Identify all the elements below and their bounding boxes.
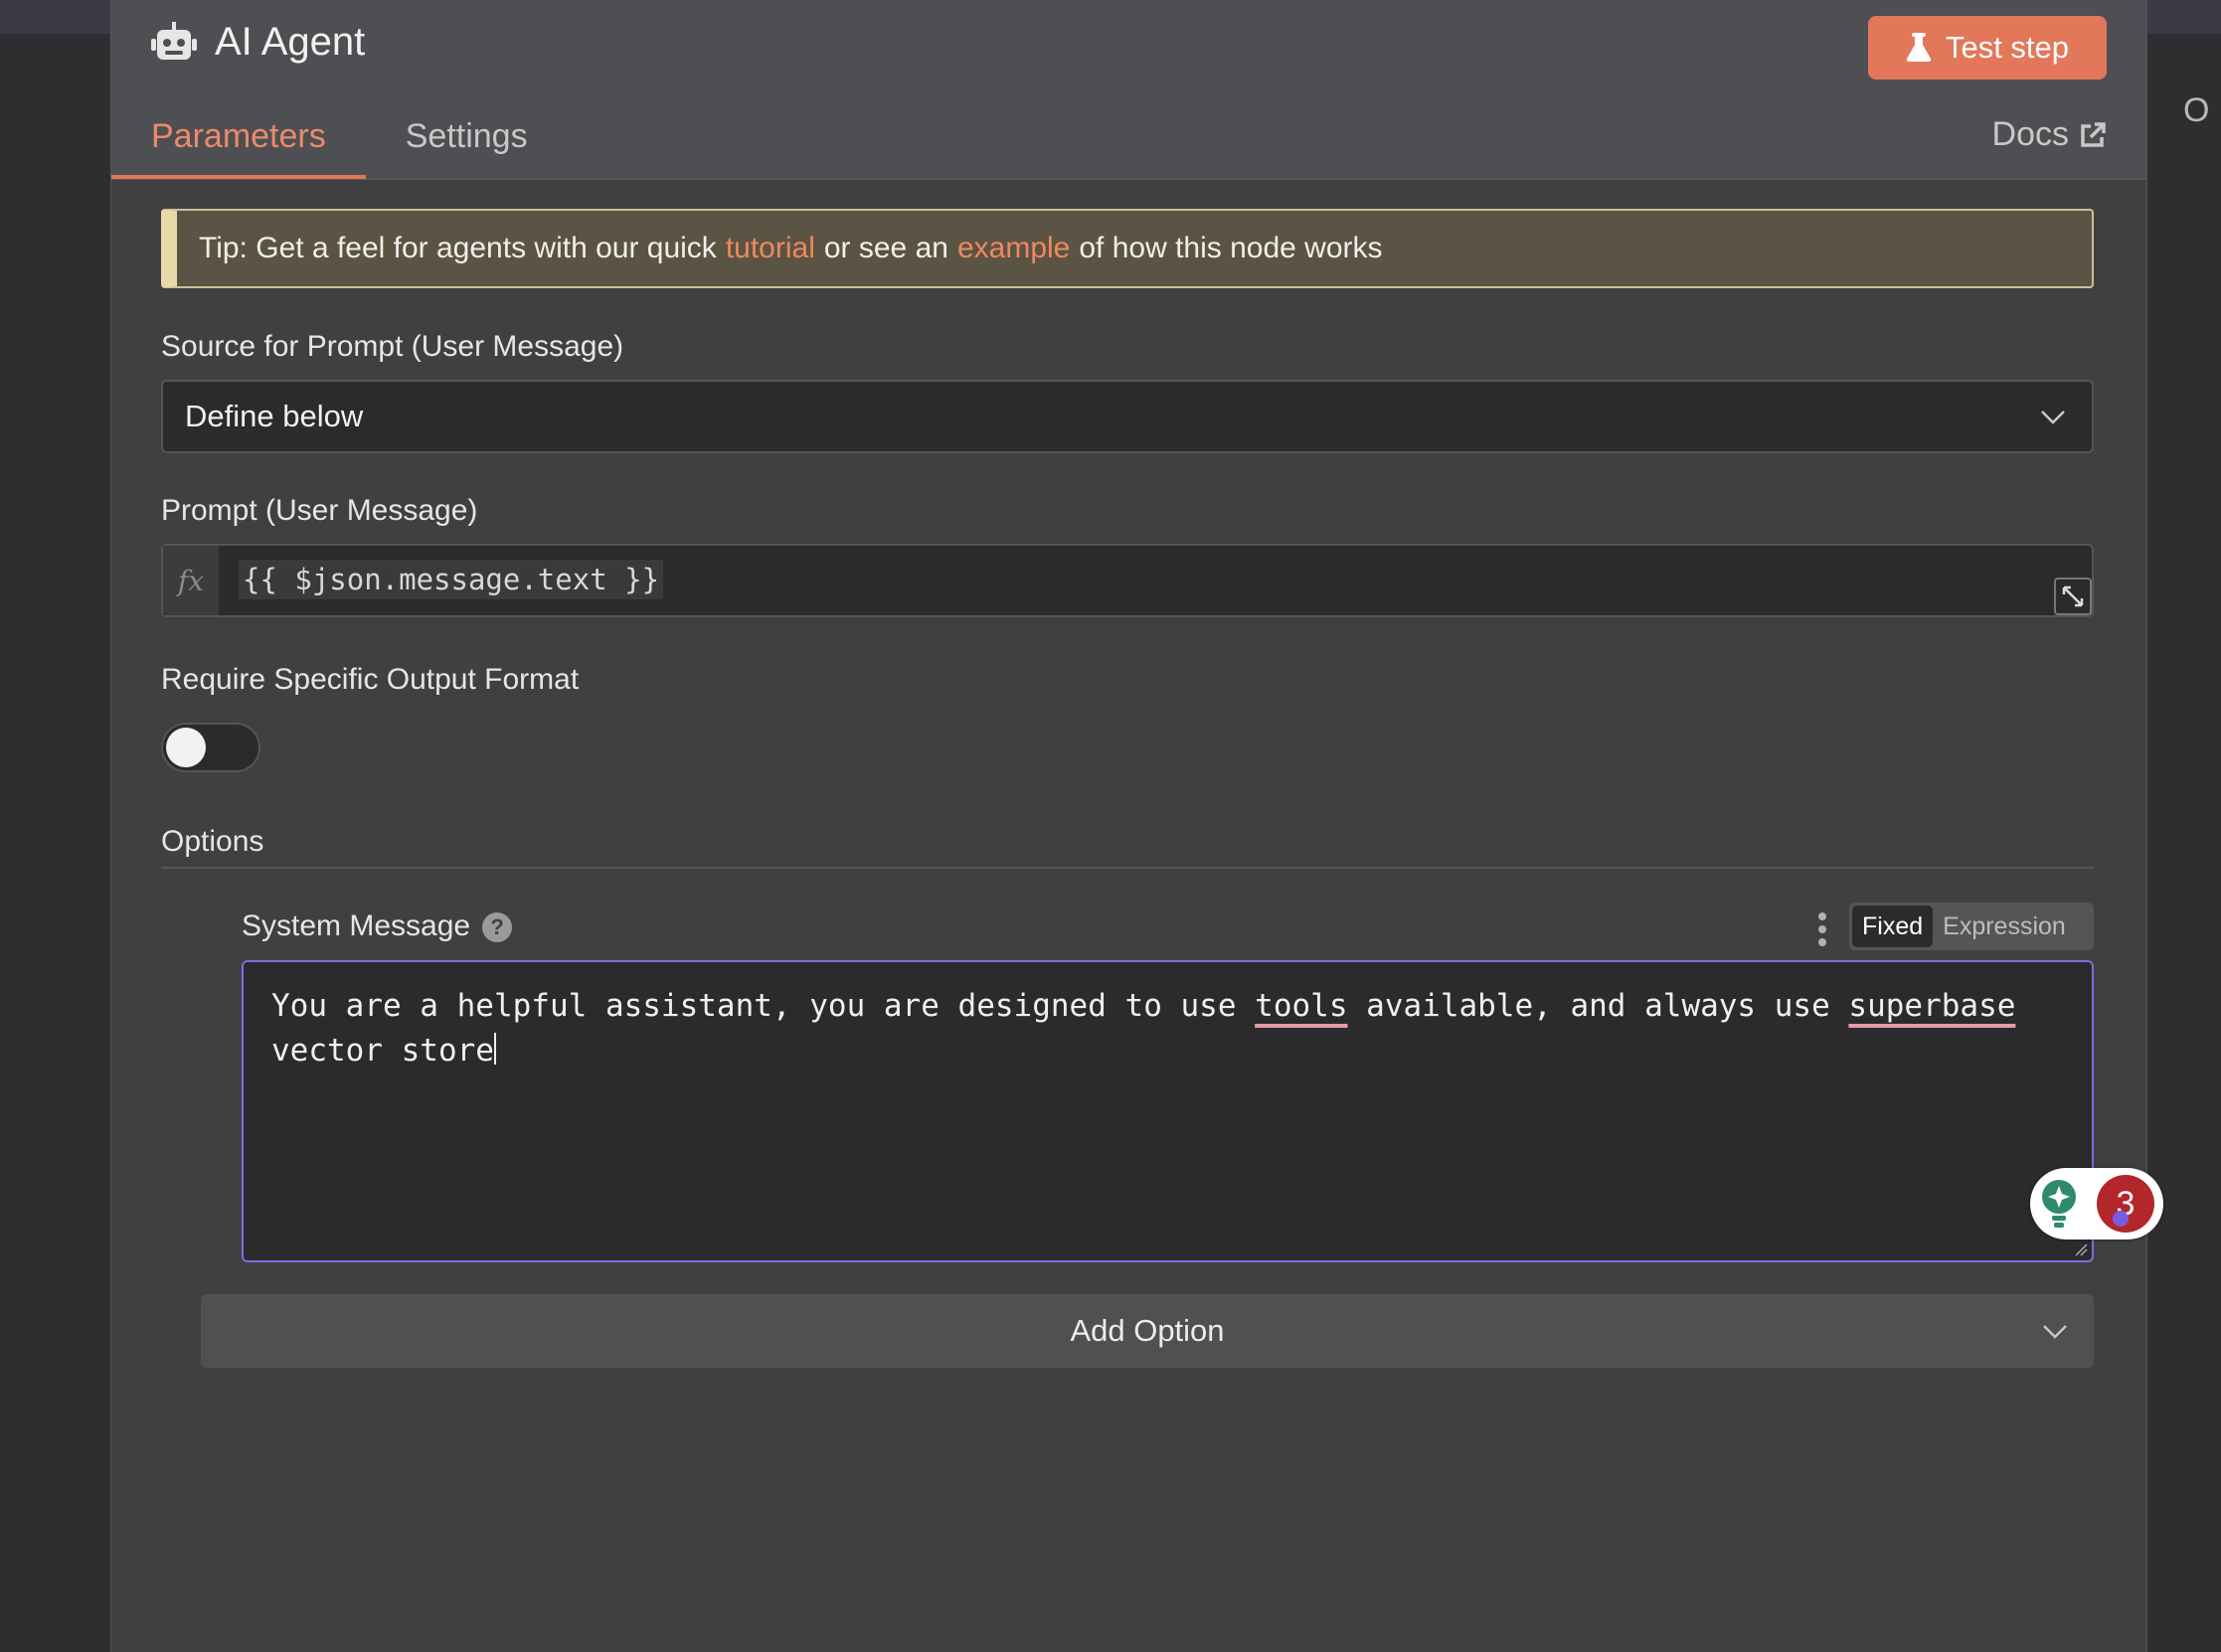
fx-icon: fx	[163, 546, 219, 615]
prompt-expression: {{ $json.message.text }}	[239, 560, 664, 599]
mode-expression[interactable]: Expression	[1933, 906, 2076, 947]
robot-icon	[151, 21, 197, 60]
source-select-value: Define below	[185, 399, 364, 433]
spellcheck-word-tools[interactable]: tools	[1255, 988, 1347, 1024]
text-cursor	[493, 1033, 496, 1065]
mode-switch: Fixed Expression	[1849, 903, 2094, 950]
chevron-down-icon	[2041, 411, 2065, 424]
right-edge-letter: O	[2183, 91, 2210, 129]
system-text-1: You are a helpful assistant, you are des…	[271, 988, 1256, 1024]
tab-settings[interactable]: Settings	[366, 107, 568, 179]
tab-bar: Parameters Settings	[111, 107, 568, 179]
help-icon[interactable]: ?	[482, 912, 513, 943]
docs-link[interactable]: Docs	[1992, 115, 2107, 154]
add-option-label: Add Option	[1070, 1313, 1225, 1348]
options-heading: Options	[161, 825, 264, 858]
left-canvas	[0, 34, 110, 1652]
output-format-toggle[interactable]	[161, 723, 260, 772]
flask-icon	[1906, 33, 1932, 62]
system-message-textarea[interactable]: You are a helpful assistant, you are des…	[242, 960, 2094, 1262]
panel-header: AI Agent Test step Parameters Settings D…	[111, 0, 2146, 180]
system-text-3: vector store	[271, 1033, 494, 1069]
external-link-icon	[2081, 121, 2106, 147]
more-options-icon[interactable]	[1817, 912, 1827, 946]
tip-middle: or see an	[823, 232, 948, 264]
system-text-2: available, and always use	[1347, 988, 1849, 1024]
prompt-input[interactable]: fx {{ $json.message.text }}	[161, 544, 2094, 617]
output-format-label: Require Specific Output Format	[161, 663, 580, 696]
right-canvas	[2145, 34, 2221, 1652]
issue-count-badge: 3	[2097, 1175, 2154, 1233]
add-option-button[interactable]: Add Option	[201, 1294, 2094, 1368]
resize-handle-icon[interactable]	[2074, 1242, 2088, 1256]
tutorial-link[interactable]: tutorial	[726, 232, 815, 265]
chevron-down-icon	[2043, 1325, 2067, 1339]
example-link[interactable]: example	[957, 232, 1070, 265]
spellcheck-word-superbase[interactable]: superbase	[1848, 988, 2015, 1024]
system-message-label-wrap: System Message?	[242, 909, 513, 943]
status-dot	[2113, 1211, 2129, 1227]
options-divider	[161, 867, 2094, 869]
node-panel: AI Agent Test step Parameters Settings D…	[110, 0, 2163, 1652]
lightbulb-icon	[2042, 1180, 2076, 1228]
tip-banner: Tip: Get a feel for agents with our quic…	[161, 209, 2094, 288]
tip-prefix: Tip: Get a feel for agents with our quic…	[199, 232, 717, 264]
expand-icon[interactable]	[2054, 578, 2092, 615]
source-label: Source for Prompt (User Message)	[161, 330, 624, 363]
toggle-knob	[166, 728, 206, 767]
system-message-label: System Message	[242, 909, 471, 942]
panel-title: AI Agent	[215, 20, 366, 64]
tip-suffix: of how this node works	[1079, 232, 1383, 264]
source-select[interactable]: Define below	[161, 380, 2094, 453]
grammar-widget[interactable]: 3	[2030, 1168, 2163, 1239]
tab-parameters[interactable]: Parameters	[111, 107, 366, 179]
prompt-label: Prompt (User Message)	[161, 494, 478, 527]
test-step-button[interactable]: Test step	[1868, 16, 2107, 80]
mode-fixed[interactable]: Fixed	[1852, 906, 1934, 947]
test-step-label: Test step	[1945, 30, 2070, 65]
docs-label: Docs	[1991, 115, 2069, 153]
